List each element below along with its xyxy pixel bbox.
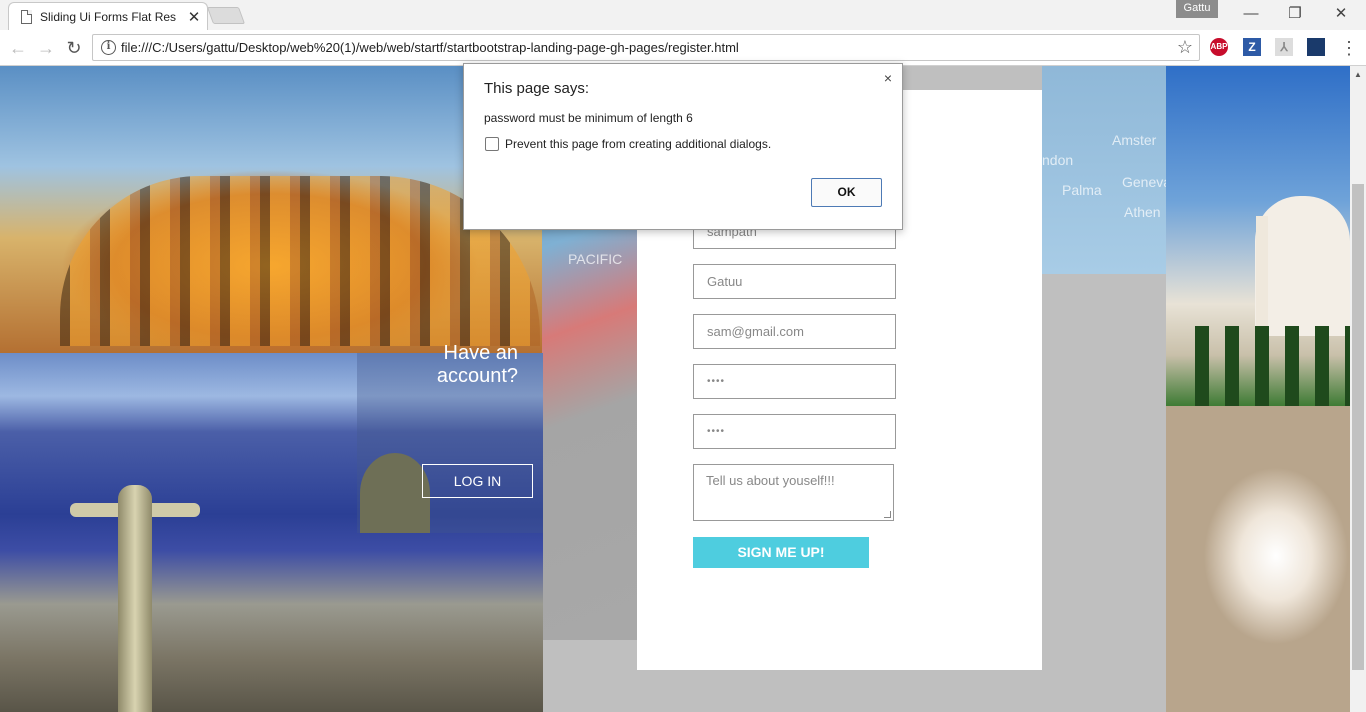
about-placeholder: Tell us about youself!!! xyxy=(706,473,835,488)
christ-statue xyxy=(70,475,200,712)
sign-up-button[interactable]: SIGN ME UP! xyxy=(693,537,869,568)
resize-grip-icon[interactable] xyxy=(884,511,891,518)
map-label-amsterdam: Amster xyxy=(1112,132,1157,148)
have-account-heading: Have an account? xyxy=(436,342,518,387)
colosseum-image xyxy=(0,66,542,353)
login-button[interactable]: LOG IN xyxy=(422,464,533,498)
dialog-close-icon[interactable]: × xyxy=(884,70,892,86)
last-name-field[interactable]: Gatuu xyxy=(693,264,896,299)
tab-title: Sliding Ui Forms Flat Res xyxy=(40,9,177,24)
zotero-icon[interactable]: Z xyxy=(1243,38,1261,56)
map-label-palma: Palma xyxy=(1062,182,1102,198)
prevent-dialogs-checkbox[interactable] xyxy=(485,137,499,151)
about-textarea[interactable]: Tell us about youself!!! xyxy=(693,464,894,521)
tab-close-icon[interactable]: ✕ xyxy=(187,8,201,26)
restore-icon[interactable]: ❐ xyxy=(1280,2,1310,26)
star-icon[interactable]: ☆ xyxy=(1177,37,1193,58)
url-text[interactable]: file:///C:/Users/gattu/Desktop/web%20(1)… xyxy=(121,40,739,55)
map-label-london: ndon xyxy=(1042,152,1074,168)
scroll-up-arrow-icon[interactable]: ▲ xyxy=(1350,68,1366,82)
minimize-icon[interactable]: — xyxy=(1236,2,1266,26)
map-label-geneva: Geneva xyxy=(1122,174,1172,190)
map-label-pacific: PACIFIC xyxy=(568,251,623,267)
taj-dome xyxy=(1255,196,1350,336)
dialog-message: password must be minimum of length 6 xyxy=(484,111,693,125)
tab-strip: Sliding Ui Forms Flat Res ✕ Gattu — ❐ ✕ xyxy=(0,0,1366,30)
page-scrollbar[interactable]: ▲ xyxy=(1350,66,1366,712)
scroll-thumb[interactable] xyxy=(1352,184,1364,670)
prevent-dialogs-label[interactable]: Prevent this page from creating addition… xyxy=(505,137,771,151)
reload-icon[interactable]: ↻ xyxy=(62,36,86,60)
dialog-title: This page says: xyxy=(484,80,590,97)
address-bar[interactable]: i file:///C:/Users/gattu/Desktop/web%20(… xyxy=(92,34,1200,61)
map-label-athens: Athen xyxy=(1124,204,1161,220)
back-arrow-icon[interactable]: ← xyxy=(6,36,30,60)
map-image-right: Amster ndon Palma Geneva Athen xyxy=(1042,66,1171,274)
forward-arrow-icon[interactable]: → xyxy=(34,36,58,60)
confirm-password-field[interactable]: •••• xyxy=(693,414,896,449)
page-icon xyxy=(21,9,32,24)
password-field[interactable]: •••• xyxy=(693,364,896,399)
clouds-image xyxy=(1166,406,1350,712)
profile-badge[interactable]: Gattu xyxy=(1176,0,1218,18)
taj-trees xyxy=(1195,326,1350,406)
ok-button[interactable]: OK xyxy=(811,178,882,207)
menu-icon[interactable]: ⋮ xyxy=(1340,36,1358,60)
account-panel: Have an account? LOG IN xyxy=(357,330,543,510)
alert-dialog: This page says: × password must be minim… xyxy=(463,63,903,230)
window-close-icon[interactable]: ✕ xyxy=(1326,2,1356,26)
browser-toolbar: ← → ↻ i file:///C:/Users/gattu/Desktop/w… xyxy=(0,30,1366,66)
info-icon[interactable]: i xyxy=(101,40,116,55)
browser-tab[interactable]: Sliding Ui Forms Flat Res ✕ xyxy=(8,2,208,30)
photo-extension-icon[interactable] xyxy=(1307,38,1325,56)
email-field[interactable]: sam@gmail.com xyxy=(693,314,896,349)
adblock-icon[interactable]: ABP xyxy=(1210,38,1228,56)
pdf-extension-icon[interactable]: ⅄ xyxy=(1275,38,1293,56)
new-tab-button[interactable] xyxy=(206,7,246,24)
